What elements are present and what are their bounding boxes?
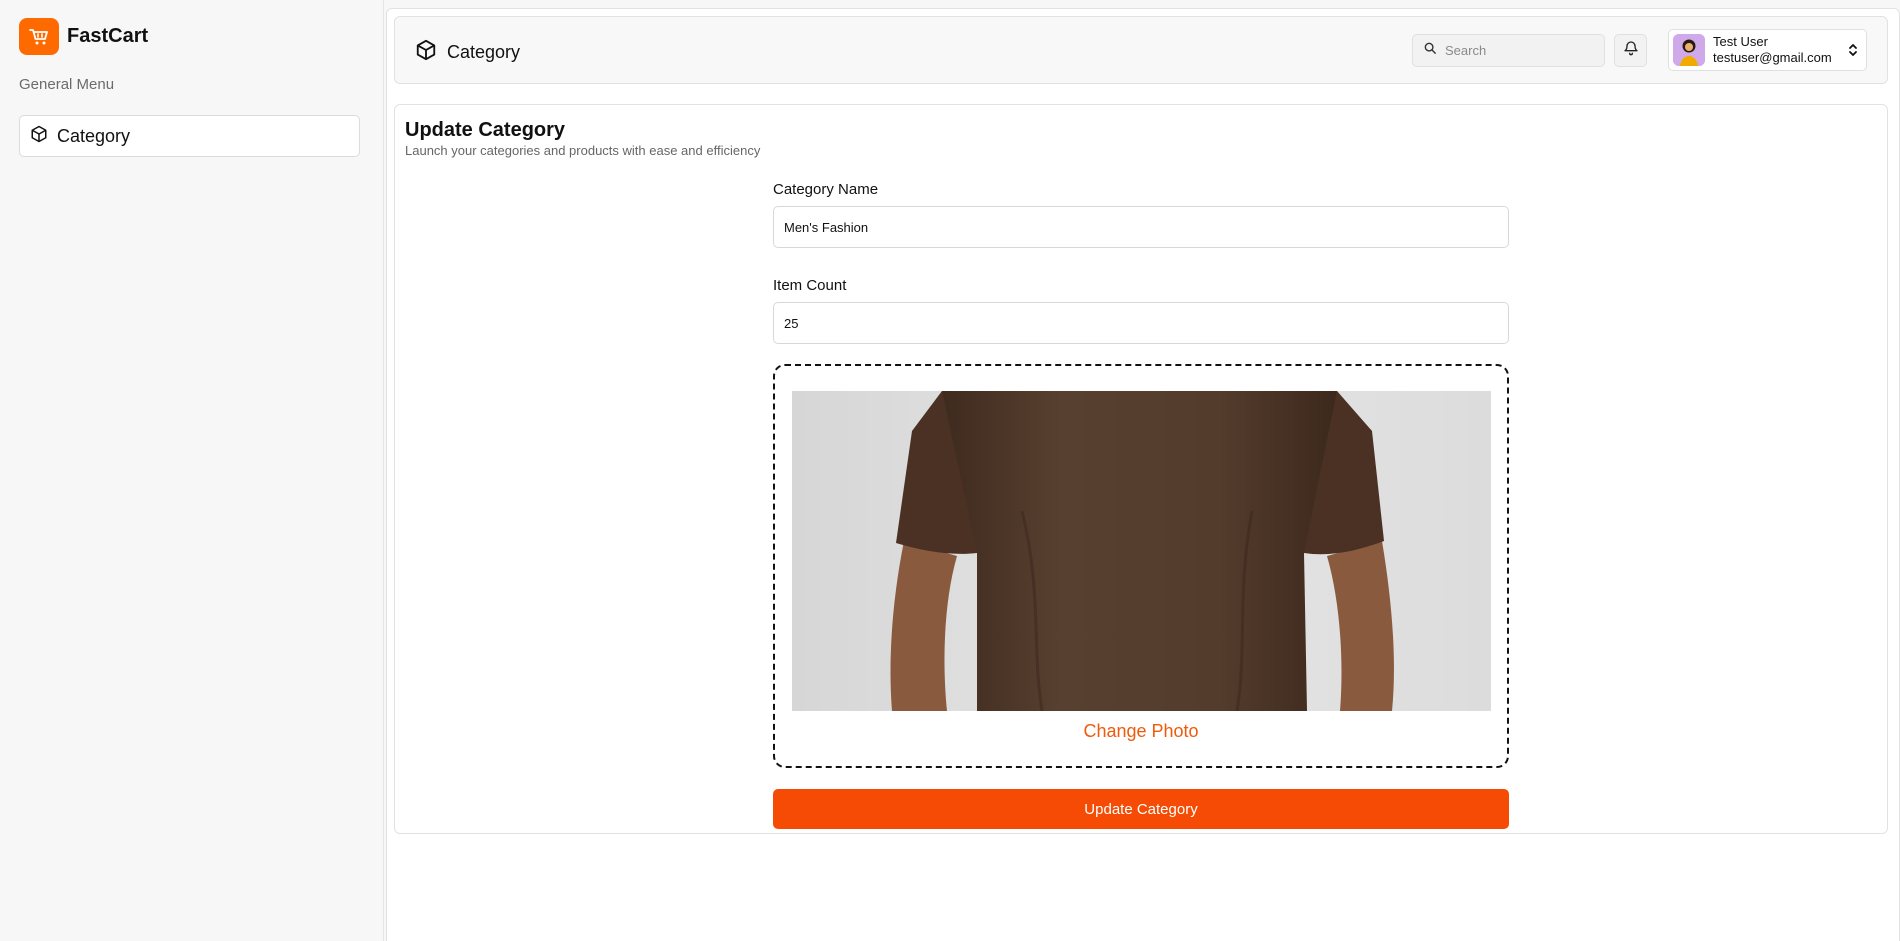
sidebar: FastCart General Menu Category bbox=[0, 0, 384, 941]
bell-icon bbox=[1623, 40, 1639, 61]
top-header: Category Test User bbox=[394, 16, 1888, 84]
header-title: Category bbox=[447, 42, 521, 62]
item-count-input[interactable] bbox=[773, 302, 1509, 344]
menu-heading: General Menu bbox=[19, 76, 115, 93]
page-subtitle: Launch your categories and products with… bbox=[405, 143, 761, 158]
category-name-label: Category Name bbox=[773, 181, 879, 198]
search-box[interactable] bbox=[1412, 34, 1605, 67]
user-email: testuser@gmail.com bbox=[1713, 50, 1832, 65]
chevron-up-down-icon bbox=[1848, 42, 1858, 63]
sidebar-item-category[interactable]: Category bbox=[19, 115, 360, 157]
change-photo-link[interactable]: Change Photo bbox=[775, 721, 1507, 742]
photo-dropzone[interactable]: Change Photo bbox=[773, 364, 1509, 768]
search-icon bbox=[1423, 41, 1437, 60]
brand-name: FastCart bbox=[67, 25, 149, 47]
package-icon bbox=[415, 39, 437, 66]
category-form: Category Name Item Count bbox=[773, 181, 1509, 829]
user-menu[interactable]: Test User testuser@gmail.com bbox=[1668, 29, 1867, 71]
package-icon bbox=[30, 125, 48, 148]
update-category-button[interactable]: Update Category bbox=[773, 789, 1509, 829]
avatar bbox=[1673, 34, 1705, 66]
item-count-label: Item Count bbox=[773, 277, 847, 294]
search-input[interactable] bbox=[1445, 43, 1595, 58]
update-category-card: Update Category Launch your categories a… bbox=[394, 104, 1888, 834]
cart-logo-icon bbox=[19, 18, 59, 55]
category-name-input[interactable] bbox=[773, 206, 1509, 248]
notifications-button[interactable] bbox=[1614, 34, 1647, 67]
header-title-group: Category bbox=[415, 39, 520, 66]
sidebar-item-label: Category bbox=[57, 125, 131, 146]
brand[interactable]: FastCart bbox=[19, 18, 148, 55]
category-photo bbox=[792, 391, 1491, 711]
page-title: Update Category bbox=[405, 119, 566, 141]
item-count-group: Item Count bbox=[773, 277, 1509, 344]
user-name: Test User bbox=[1713, 34, 1768, 49]
user-info: Test User testuser@gmail.com bbox=[1713, 34, 1832, 66]
